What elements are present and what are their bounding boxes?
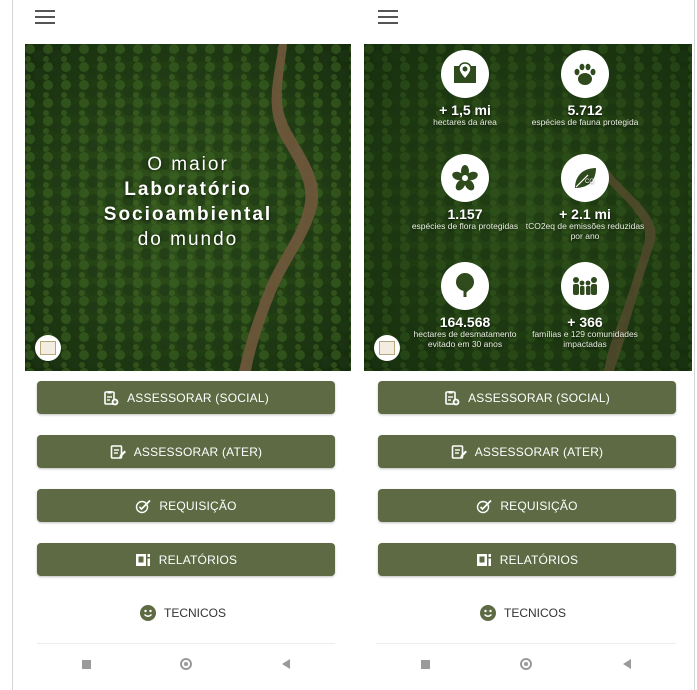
assessorar-social-button[interactable]: ASSESSORAR (SOCIAL) (37, 381, 335, 414)
requisicao-button[interactable]: REQUISIÇÃO (37, 489, 335, 522)
edit-note-icon (110, 444, 126, 460)
map-pin-icon (441, 50, 489, 98)
paw-icon (561, 50, 609, 98)
tecnicos-label: TECNICOS (503, 606, 566, 620)
hero-line-3: Socioambiental (103, 204, 273, 225)
hero-line-4: do mundo (137, 229, 239, 250)
stat-flora-desc: espécies de flora protegidas (411, 221, 519, 231)
relatorios-label: RELATÓRIOS (499, 552, 579, 567)
assessorar-social-button[interactable]: ASSESSORAR (SOCIAL) (378, 381, 676, 414)
hamburger-menu-icon[interactable] (378, 10, 398, 26)
stat-fauna-value: 5.712 (567, 102, 603, 118)
requisicao-label: REQUISIÇÃO (159, 498, 237, 513)
stat-fauna-desc: espécies de fauna protegida (531, 117, 639, 127)
svg-text:CO: CO (585, 179, 594, 185)
assessorar-social-label: ASSESSORAR (SOCIAL) (468, 390, 610, 405)
stat-area-desc: hectares da área (433, 117, 497, 127)
tecnicos-link[interactable]: TECNICOS (352, 603, 694, 623)
relatorios-button[interactable]: RELATÓRIOS (37, 543, 335, 576)
stat-emissions: CO + 2.1 mi tCO2eq de emissões reduzidas… (520, 154, 650, 241)
stat-deforestation: 164.568 hectares de desmatamento evitado… (400, 262, 530, 349)
stat-families-desc: famílias e 129 comunidades impactadas (532, 329, 638, 349)
report-book-icon (135, 552, 151, 568)
recent-apps-icon[interactable] (81, 659, 91, 669)
check-pen-icon (135, 498, 151, 514)
back-icon[interactable] (282, 659, 291, 669)
hero-banner: O maior Laboratório Socioambiental do mu… (25, 44, 351, 371)
stat-families: + 366 famílias e 129 comunidades impacta… (520, 262, 650, 349)
requisicao-label: REQUISIÇÃO (500, 498, 578, 513)
hero-line-2: Laboratório (124, 179, 252, 200)
assessorar-ater-label: ASSESSORAR (ATER) (133, 444, 263, 459)
leaf-co2-icon: CO (561, 154, 609, 202)
requisicao-button[interactable]: REQUISIÇÃO (378, 489, 676, 522)
stat-deforestation-value: 164.568 (439, 314, 491, 330)
tree-icon (441, 262, 489, 310)
stat-area-value: + 1,5 mi (439, 102, 491, 118)
phone-screen-left: O maior Laboratório Socioambiental do mu… (12, 0, 354, 690)
hero-headline: O maior Laboratório Socioambiental do mu… (25, 152, 351, 252)
stat-emissions-value: + 2.1 mi (559, 206, 611, 222)
stat-families-value: + 366 (567, 314, 603, 330)
stat-area: + 1,5 mi hectares da área (400, 50, 530, 128)
assessorar-ater-label: ASSESSORAR (ATER) (474, 444, 604, 459)
assessorar-ater-button[interactable]: ASSESSORAR (ATER) (378, 435, 676, 468)
stat-flora: 1.157 espécies de flora protegidas (400, 154, 530, 232)
relatorios-label: RELATÓRIOS (158, 552, 238, 567)
smiley-icon (479, 605, 496, 621)
flower-icon (441, 154, 489, 202)
tecnicos-link[interactable]: TECNICOS (13, 603, 353, 623)
stat-fauna: 5.712 espécies de fauna protegida (520, 50, 650, 128)
org-logo (35, 335, 61, 361)
clipboard-add-icon (444, 390, 460, 406)
stat-flora-value: 1.157 (447, 206, 483, 222)
assessorar-social-label: ASSESSORAR (SOCIAL) (127, 390, 269, 405)
check-pen-icon (476, 498, 492, 514)
phone-screen-right: + 1,5 mi hectares da área 5.712 espécies… (352, 0, 695, 690)
stat-emissions-desc: tCO2eq de emissões reduzidas por ano (525, 221, 645, 241)
android-nav-bar (37, 643, 335, 684)
smiley-icon (139, 605, 156, 621)
tecnicos-label: TECNICOS (163, 606, 226, 620)
home-icon[interactable] (180, 658, 193, 670)
recent-apps-icon[interactable] (421, 659, 431, 669)
relatorios-button[interactable]: RELATÓRIOS (378, 543, 676, 576)
android-nav-bar (376, 643, 676, 684)
clipboard-add-icon (103, 390, 119, 406)
org-logo (374, 335, 400, 361)
assessorar-ater-button[interactable]: ASSESSORAR (ATER) (37, 435, 335, 468)
report-book-icon (476, 552, 492, 568)
stats-banner: + 1,5 mi hectares da área 5.712 espécies… (364, 44, 692, 371)
hero-line-1: O maior (147, 154, 229, 175)
stat-deforestation-desc: hectares de desmatamento evitado em 30 a… (413, 329, 517, 349)
home-icon[interactable] (520, 658, 533, 670)
family-icon (561, 262, 609, 310)
hamburger-menu-icon[interactable] (35, 10, 55, 26)
back-icon[interactable] (622, 659, 631, 669)
edit-note-icon (451, 444, 467, 460)
